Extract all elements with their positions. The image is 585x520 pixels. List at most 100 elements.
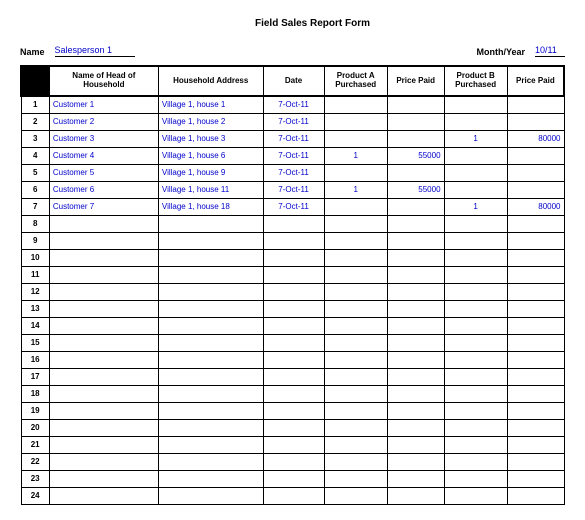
cell-name: Customer 2 [49, 113, 158, 130]
cell-price-a [387, 215, 444, 232]
cell-price-b [507, 181, 564, 198]
cell-product-b [444, 283, 507, 300]
row-number: 21 [21, 436, 49, 453]
cell-price-a [387, 283, 444, 300]
table-row: 16 [21, 351, 564, 368]
table-row: 23 [21, 470, 564, 487]
cell-price-b [507, 351, 564, 368]
table-row: 24 [21, 487, 564, 504]
cell-product-a: 1 [324, 147, 387, 164]
cell-name: Customer 7 [49, 198, 158, 215]
cell-address: Village 1, house 2 [158, 113, 263, 130]
cell-name [49, 283, 158, 300]
cell-date [263, 266, 324, 283]
cell-price-a [387, 453, 444, 470]
cell-price-b [507, 453, 564, 470]
meta-row: Name Salesperson 1 Month/Year 10/11 [20, 45, 565, 57]
cell-date: 7-Oct-11 [263, 147, 324, 164]
row-number: 11 [21, 266, 49, 283]
cell-product-b [444, 215, 507, 232]
row-number: 13 [21, 300, 49, 317]
cell-address [158, 283, 263, 300]
row-number: 9 [21, 232, 49, 249]
row-number: 12 [21, 283, 49, 300]
table-row: 15 [21, 334, 564, 351]
cell-product-a [324, 351, 387, 368]
cell-address [158, 266, 263, 283]
row-number: 23 [21, 470, 49, 487]
cell-address: Village 1, house 3 [158, 130, 263, 147]
row-number: 7 [21, 198, 49, 215]
cell-address [158, 385, 263, 402]
row-number: 10 [21, 249, 49, 266]
cell-price-b [507, 317, 564, 334]
cell-price-b: 80000 [507, 130, 564, 147]
cell-address [158, 402, 263, 419]
cell-product-a [324, 164, 387, 181]
cell-date: 7-Oct-11 [263, 130, 324, 147]
cell-date [263, 470, 324, 487]
cell-product-b: 1 [444, 198, 507, 215]
cell-date [263, 215, 324, 232]
cell-date [263, 351, 324, 368]
cell-price-b [507, 470, 564, 487]
cell-product-b [444, 317, 507, 334]
cell-product-a [324, 368, 387, 385]
cell-price-a [387, 198, 444, 215]
cell-product-b [444, 249, 507, 266]
row-number: 24 [21, 487, 49, 504]
row-number: 17 [21, 368, 49, 385]
cell-address: Village 1, house 6 [158, 147, 263, 164]
table-row: 8 [21, 215, 564, 232]
table-row: 11 [21, 266, 564, 283]
table-row: 1Customer 1Village 1, house 17-Oct-11 [21, 96, 564, 113]
cell-price-b [507, 266, 564, 283]
page-title: Field Sales Report Form [60, 18, 565, 29]
cell-date [263, 402, 324, 419]
cell-product-a [324, 487, 387, 504]
cell-date [263, 487, 324, 504]
table-row: 3Customer 3Village 1, house 37-Oct-11180… [21, 130, 564, 147]
sales-table: Name of Head of Household Household Addr… [20, 65, 565, 505]
cell-date [263, 317, 324, 334]
cell-date [263, 419, 324, 436]
cell-price-b [507, 368, 564, 385]
cell-product-b [444, 419, 507, 436]
cell-product-a [324, 317, 387, 334]
row-number: 16 [21, 351, 49, 368]
cell-price-b [507, 334, 564, 351]
table-row: 10 [21, 249, 564, 266]
cell-address: Village 1, house 1 [158, 96, 263, 113]
row-number: 8 [21, 215, 49, 232]
cell-product-b [444, 385, 507, 402]
cell-address: Village 1, house 18 [158, 198, 263, 215]
cell-product-b [444, 334, 507, 351]
header-product-a: Product A Purchased [324, 66, 387, 96]
cell-date [263, 232, 324, 249]
cell-name: Customer 1 [49, 96, 158, 113]
header-address: Household Address [158, 66, 263, 96]
cell-address [158, 317, 263, 334]
cell-product-a [324, 113, 387, 130]
cell-product-b [444, 436, 507, 453]
cell-product-a [324, 453, 387, 470]
row-number: 3 [21, 130, 49, 147]
cell-price-b [507, 215, 564, 232]
cell-price-a: 55000 [387, 181, 444, 198]
table-row: 5Customer 5Village 1, house 97-Oct-11 [21, 164, 564, 181]
header-price-a: Price Paid [387, 66, 444, 96]
table-row: 9 [21, 232, 564, 249]
cell-name [49, 453, 158, 470]
cell-address [158, 419, 263, 436]
cell-address [158, 368, 263, 385]
cell-product-b [444, 351, 507, 368]
cell-name [49, 334, 158, 351]
cell-price-a [387, 402, 444, 419]
cell-price-a: 55000 [387, 147, 444, 164]
cell-name: Customer 3 [49, 130, 158, 147]
row-number: 22 [21, 453, 49, 470]
table-row: 6Customer 6Village 1, house 117-Oct-1115… [21, 181, 564, 198]
row-number: 5 [21, 164, 49, 181]
cell-price-a [387, 317, 444, 334]
cell-product-b [444, 266, 507, 283]
